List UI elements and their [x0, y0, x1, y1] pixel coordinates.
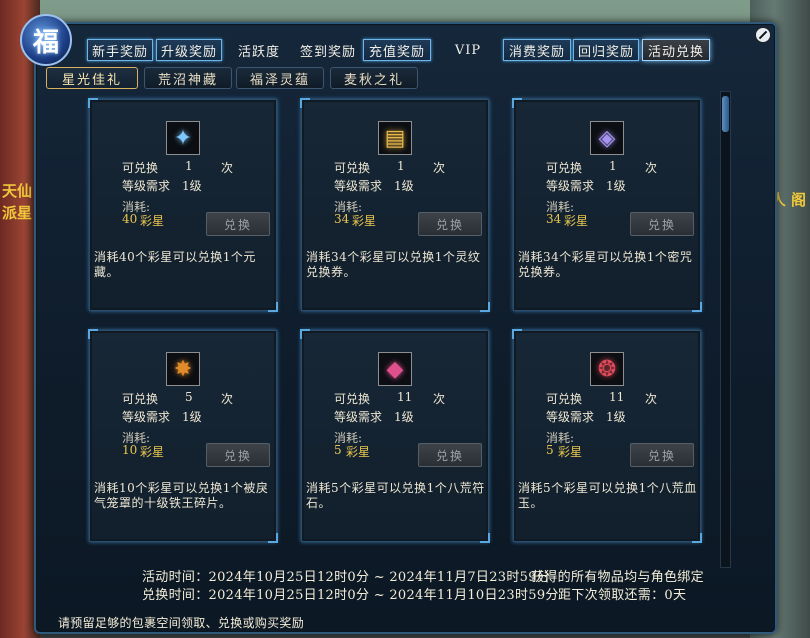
level-req-label: 等级需求 [334, 410, 383, 424]
cost-amount: 5 [334, 443, 342, 457]
exchange-count: 1 [397, 159, 405, 173]
times-label: 次 [433, 161, 446, 175]
red-jade-icon[interactable]: ❂ [590, 352, 624, 386]
next-claim-text: 距下次领取还需：0天 [558, 588, 687, 603]
exchange-card: ▤ 可兑换 1 次等级需求 1级 消耗: 34 彩星 兑换 消耗34个彩星可以兑换1个灵纹兑换券。 [300, 98, 490, 312]
exchange-button[interactable]: 兑换 [418, 212, 482, 236]
subtab-blessing-essence[interactable]: 福泽灵蕴 [236, 67, 324, 89]
level-req-value: 1级 [394, 179, 414, 193]
times-label: 次 [645, 161, 658, 175]
exchange-button[interactable]: 兑换 [418, 443, 482, 467]
exchangeable-label: 可兑换 [546, 392, 583, 406]
reserve-space-notice: 请预留足够的包裹空间领取、兑换或购买奖励 [58, 616, 305, 630]
cost-amount: 10 [122, 443, 138, 457]
exchange-card: ✦ 可兑换 1 次等级需求 1级 消耗: 40 彩星 兑换 消耗40个彩星可以兑换1个元藏。 [88, 98, 278, 312]
scrollbar-thumb[interactable] [722, 96, 729, 132]
cost-amount: 5 [546, 443, 554, 457]
exchange-button[interactable]: 兑换 [630, 212, 694, 236]
times-label: 次 [221, 392, 234, 406]
iron-shard-icon[interactable]: ✸ [166, 352, 200, 386]
blue-crystal-icon[interactable]: ✦ [166, 121, 200, 155]
close-icon[interactable] [755, 27, 771, 43]
item-description: 消耗40个彩星可以兑换1个元藏。 [94, 250, 256, 279]
tab-spending-rewards[interactable]: 消费奖励 [503, 39, 571, 61]
tab-checkin-rewards[interactable]: 签到奖励 [295, 39, 361, 61]
times-label: 次 [221, 161, 234, 175]
level-req-value: 1级 [606, 179, 626, 193]
item-description: 消耗34个彩星可以兑换1个密咒兑换券。 [518, 250, 693, 279]
subtab-autumn-gift[interactable]: 麦秋之礼 [330, 67, 418, 89]
level-req-value: 1级 [182, 410, 202, 424]
tab-event-exchange[interactable]: 活动兑换 [642, 39, 710, 61]
level-req-label: 等级需求 [122, 179, 171, 193]
cost-unit: 彩星 [140, 214, 165, 228]
cost-unit: 彩星 [346, 445, 371, 459]
tab-levelup-rewards[interactable]: 升级奖励 [156, 39, 222, 61]
exchange-card: ❂ 可兑换 11 次等级需求 1级 消耗: 5 彩星 兑换 消耗5个彩星可以兑换1个八荒血玉。 [512, 329, 702, 543]
purple-armor-icon[interactable]: ◈ [590, 121, 624, 155]
cost-amount: 40 [122, 212, 138, 226]
cost-unit: 彩星 [140, 445, 165, 459]
exchangeable-label: 可兑换 [334, 392, 371, 406]
times-label: 次 [645, 392, 658, 406]
cost-unit: 彩星 [564, 214, 589, 228]
exchangeable-label: 可兑换 [546, 161, 583, 175]
item-description: 消耗10个彩星可以兑换1个被戾气笼罩的十级铁王碎片。 [94, 481, 269, 510]
level-req-label: 等级需求 [334, 179, 383, 193]
exchange-count: 11 [397, 390, 413, 404]
times-label: 次 [433, 392, 446, 406]
exchangeable-label: 可兑换 [334, 161, 371, 175]
exchange-count: 1 [185, 159, 193, 173]
exchangeable-label: 可兑换 [122, 161, 159, 175]
tab-activity[interactable]: 活跃度 [229, 39, 289, 61]
bind-notice-text: 获得的所有物品均与角色绑定 [531, 570, 704, 585]
cost-unit: 彩星 [352, 214, 377, 228]
tab-return-rewards[interactable]: 回归奖励 [573, 39, 639, 61]
pink-rune-stone-icon[interactable]: ◆ [378, 352, 412, 386]
exchange-count: 11 [609, 390, 625, 404]
subtab-wasteland-treasure[interactable]: 荒沼神藏 [144, 67, 232, 89]
tab-newbie-rewards[interactable]: 新手奖励 [87, 39, 153, 61]
exchangeable-label: 可兑换 [122, 392, 159, 406]
exchange-button[interactable]: 兑换 [206, 443, 270, 467]
item-description: 消耗5个彩星可以兑换1个八荒血玉。 [518, 481, 697, 510]
level-req-label: 等级需求 [546, 179, 595, 193]
welfare-logo-icon: 福 [20, 14, 72, 66]
cost-unit: 彩星 [558, 445, 583, 459]
exchange-button[interactable]: 兑换 [206, 212, 270, 236]
tab-recharge-rewards[interactable]: 充值奖励 [363, 39, 431, 61]
level-req-value: 1级 [394, 410, 414, 424]
cost-amount: 34 [546, 212, 562, 226]
exchange-card: ✸ 可兑换 5 次等级需求 1级 消耗: 10 彩星 兑换 消耗10个彩星可以兑换1个被戾气笼罩的… [88, 329, 278, 543]
level-req-value: 1级 [182, 179, 202, 193]
exchange-count: 1 [609, 159, 617, 173]
exchange-card: ◈ 可兑换 1 次等级需求 1级 消耗: 34 彩星 兑换 消耗34个彩星可以兑换1个密咒兑换券。 [512, 98, 702, 312]
level-req-value: 1级 [606, 410, 626, 424]
item-description: 消耗5个彩星可以兑换1个八荒符石。 [306, 481, 485, 510]
exchange-card: ◆ 可兑换 11 次等级需求 1级 消耗: 5 彩星 兑换 消耗5个彩星可以兑换1个八荒符石。 [300, 329, 490, 543]
level-req-label: 等级需求 [546, 410, 595, 424]
item-description: 消耗34个彩星可以兑换1个灵纹兑换券。 [306, 250, 481, 279]
gold-scroll-icon[interactable]: ▤ [378, 121, 412, 155]
tab-vip[interactable]: VIP [440, 39, 496, 61]
exchange-count: 5 [185, 390, 193, 404]
exchange-time-text: 兑换时间：2024年10月25日12时0分 ~ 2024年11月10日23时59… [142, 588, 559, 603]
exchange-button[interactable]: 兑换 [630, 443, 694, 467]
level-req-label: 等级需求 [122, 410, 171, 424]
scrollbar[interactable] [720, 91, 731, 568]
subtab-starlight-gift[interactable]: 星光佳礼 [46, 67, 138, 89]
activity-time-text: 活动时间：2024年10月25日12时0分 ~ 2024年11月7日23时59分 [142, 570, 551, 585]
cost-amount: 34 [334, 212, 350, 226]
